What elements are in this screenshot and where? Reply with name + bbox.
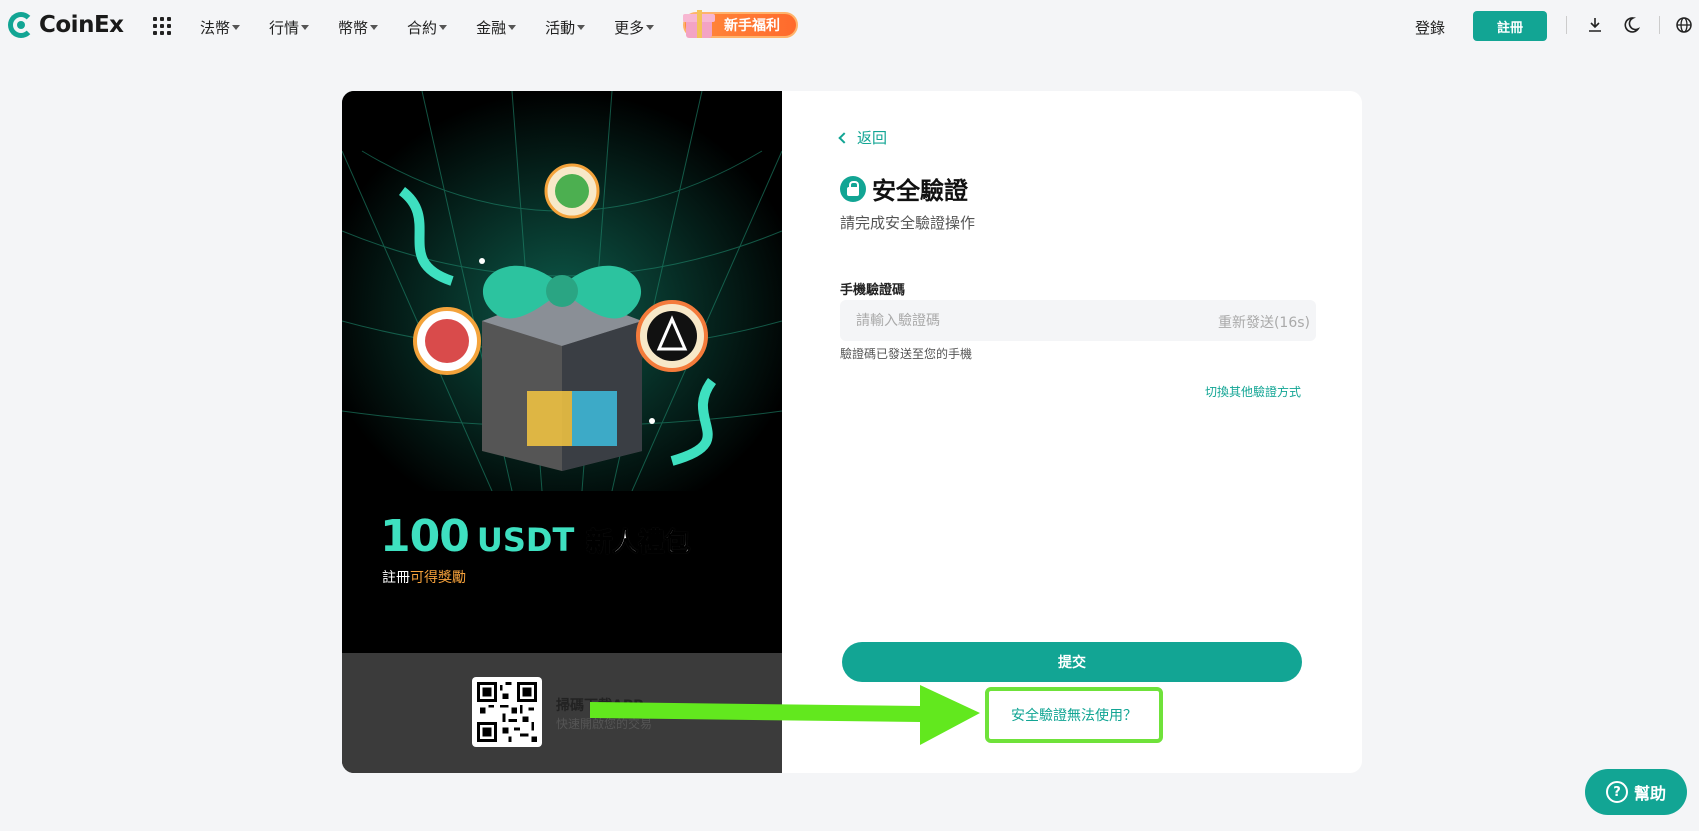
- back-link[interactable]: 返回: [838, 127, 887, 148]
- globe-icon[interactable]: [1675, 16, 1693, 34]
- nav-item-more[interactable]: 更多: [614, 17, 655, 38]
- page-title: 安全驗證: [840, 171, 968, 206]
- nav-item-fiat[interactable]: 法幣: [200, 17, 241, 38]
- sms-code-label: 手機驗證碼: [840, 283, 906, 298]
- caret-down-icon: [370, 25, 379, 30]
- chevron-left-icon: [838, 131, 850, 144]
- lock-icon: [840, 175, 866, 202]
- page-subtitle: 請完成安全驗證操作: [840, 214, 976, 232]
- main-nav: 法幣 行情 幣幣 合約 金融 活動 更多: [200, 17, 683, 38]
- divider: [1566, 16, 1567, 34]
- promo-panel: 100 USDT 新人禮包 註冊可得獎勵 掃碼下載APP 快速開啟您的交易: [342, 91, 782, 773]
- apps-grid-icon[interactable]: [153, 17, 171, 35]
- promo-subtitle: 註冊可得獎勵: [382, 570, 466, 586]
- divider: [1659, 16, 1660, 34]
- moon-icon[interactable]: [1622, 16, 1640, 34]
- gift-box-illustration: [342, 91, 782, 491]
- question-icon: ?: [1605, 781, 1628, 803]
- qr-code: [472, 677, 542, 747]
- caret-down-icon: [646, 25, 655, 30]
- promo-headline: 100 USDT 新人禮包: [380, 511, 691, 562]
- caret-down-icon: [508, 25, 517, 30]
- verification-form: 返回 安全驗證 請完成安全驗證操作 手機驗證碼 重新發送(16s) 驗證碼已發送…: [782, 91, 1362, 773]
- download-subtitle: 快速開啟您的交易: [556, 717, 653, 731]
- caret-down-icon: [232, 25, 241, 30]
- logo-text: CoinEx: [39, 12, 124, 38]
- promo-amount: 100: [380, 511, 470, 562]
- promo-unit: USDT: [476, 521, 575, 559]
- nav-item-spot[interactable]: 幣幣: [338, 17, 379, 38]
- register-button[interactable]: 註冊: [1473, 11, 1547, 41]
- coinex-logo-icon: [8, 12, 34, 38]
- promo-gift-text: 新人禮包: [586, 528, 691, 559]
- nav-item-activities[interactable]: 活動: [545, 17, 586, 38]
- resend-code-button[interactable]: 重新發送(16s): [1218, 312, 1310, 332]
- download-title: 掃碼下載APP: [556, 698, 644, 714]
- switch-verification-link[interactable]: 切換其他驗證方式: [1205, 383, 1301, 400]
- sms-code-input[interactable]: [840, 300, 1180, 341]
- top-navbar: CoinEx 法幣 行情 幣幣 合約 金融 活動 更多 新手福利 登錄 註冊: [0, 0, 1699, 52]
- app-download-bar: 掃碼下載APP 快速開啟您的交易: [342, 653, 782, 773]
- download-icon[interactable]: [1586, 16, 1604, 34]
- code-sent-hint: 驗證碼已發送至您的手機: [840, 347, 973, 361]
- nav-item-futures[interactable]: 合約: [407, 17, 448, 38]
- login-link[interactable]: 登錄: [1415, 17, 1445, 38]
- verification-unavailable-link[interactable]: 安全驗證無法使用？: [985, 687, 1163, 743]
- help-button[interactable]: ? 幫助: [1585, 769, 1687, 815]
- nav-item-finance[interactable]: 金融: [476, 17, 517, 38]
- sms-code-field: 重新發送(16s): [840, 300, 1316, 341]
- submit-button[interactable]: 提交: [842, 642, 1302, 682]
- gift-icon: [683, 6, 715, 38]
- coinex-logo[interactable]: CoinEx: [8, 12, 124, 38]
- caret-down-icon: [577, 25, 586, 30]
- security-card: 100 USDT 新人禮包 註冊可得獎勵 掃碼下載APP 快速開啟您的交易 返回…: [342, 91, 1362, 773]
- nav-item-markets[interactable]: 行情: [269, 17, 310, 38]
- caret-down-icon: [439, 25, 448, 30]
- caret-down-icon: [301, 25, 310, 30]
